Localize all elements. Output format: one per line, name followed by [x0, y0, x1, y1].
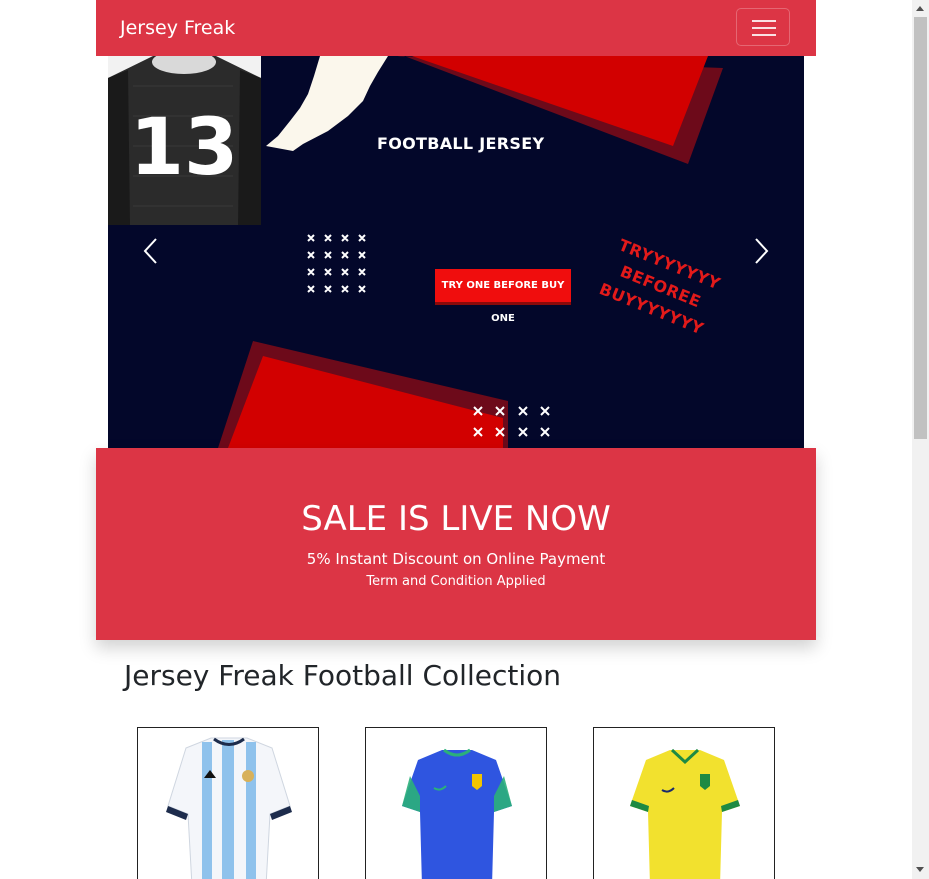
scroll-down-arrow-icon[interactable] — [916, 867, 924, 872]
brazil-home-jersey-icon — [630, 748, 740, 879]
sale-title: SALE IS LIVE NOW — [301, 499, 611, 539]
black-jersey-photo-icon: 13 — [108, 56, 261, 225]
carousel-title: FOOTBALL JERSEY — [377, 134, 545, 153]
jersey-number: 13 — [130, 103, 239, 193]
argentina-jersey-icon — [166, 737, 292, 879]
scroll-up-arrow-icon[interactable] — [916, 6, 924, 11]
sale-banner: SALE IS LIVE NOW 5% Instant Discount on … — [96, 448, 816, 640]
scrollbar-thumb[interactable] — [914, 17, 927, 439]
brazil-away-jersey-icon — [402, 748, 512, 879]
torn-paper-shape — [266, 56, 388, 151]
sale-subtitle: 5% Instant Discount on Online Payment — [306, 550, 606, 568]
page-scrollbar[interactable] — [912, 0, 929, 879]
sale-terms: Term and Condition Applied — [366, 574, 546, 589]
red-shape — [412, 56, 708, 146]
hero-carousel: FOOTBALL JERSEY 13 TRY ONE BEFORE BUY ON… — [108, 56, 804, 448]
hamburger-line — [752, 34, 776, 36]
carousel-next-button[interactable] — [736, 226, 786, 276]
page: Jersey Freak FOOTBALL JERSEY 13 TRY ONE … — [0, 0, 912, 879]
x-pattern-left — [307, 234, 366, 293]
collection-title: Jersey Freak Football Collection — [124, 659, 561, 692]
chevron-right-icon — [755, 238, 769, 264]
product-card[interactable] — [365, 727, 547, 879]
hamburger-line — [752, 27, 776, 29]
carousel-prev-button[interactable] — [126, 226, 176, 276]
product-card[interactable] — [137, 727, 319, 879]
product-card[interactable] — [593, 727, 775, 879]
navbar: Jersey Freak — [96, 0, 816, 56]
hamburger-menu-icon — [752, 20, 776, 22]
chevron-left-icon — [143, 238, 157, 264]
try-before-buy-button[interactable]: TRY ONE BEFORE BUY ONE — [435, 269, 571, 324]
brand-link[interactable]: Jersey Freak — [120, 16, 235, 40]
navbar-toggler-button[interactable] — [736, 8, 790, 46]
